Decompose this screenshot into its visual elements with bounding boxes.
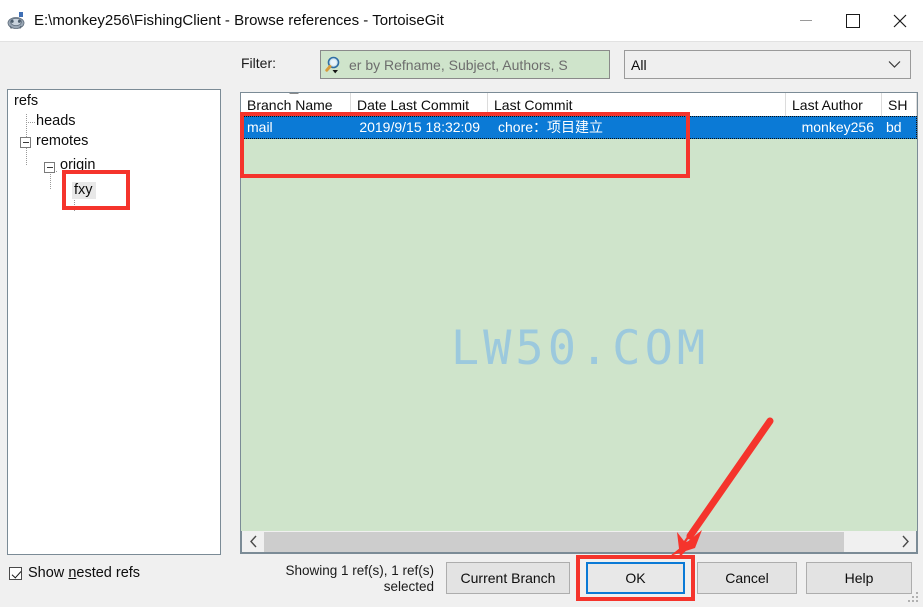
chevron-right-icon[interactable] [894,532,916,552]
tree-node-label: refs [14,93,39,109]
minimize-button[interactable] [782,0,829,41]
scrollbar-thumb[interactable] [264,531,844,552]
column-header-date-last-commit[interactable]: Date Last Commit [351,93,488,116]
ok-button[interactable]: OK [586,562,685,594]
title-bar-separator [0,41,923,42]
filter-scope-dropdown[interactable]: All [624,50,911,79]
column-header-label: Last Author [792,96,863,113]
cell-branch-name: mail [247,119,273,135]
column-header-last-commit[interactable]: Last Commit [488,93,786,116]
filter-scope-value: All [631,56,647,73]
status-text: Showing 1 ref(s), 1 ref(s) selected [258,563,434,595]
tree-node-label: origin [60,157,96,173]
column-header-sha[interactable]: SH [882,93,917,116]
status-line-1: Showing 1 ref(s), 1 ref(s) [285,563,434,578]
cell-sha: bd [886,119,902,135]
label-part-post: ested refs [76,565,141,581]
tree-node-fxy[interactable]: fxy [72,182,96,199]
label-part-pre: Show [28,565,69,581]
watermark-text: LW50.COM [450,321,710,376]
current-branch-button[interactable]: Current Branch [446,562,570,594]
tree-node-remotes[interactable]: remotes [36,133,88,149]
list-column-headers: Branch Name Date Last Commit Last Commit… [241,93,917,117]
browse-references-dialog: E:\monkey256\FishingClient - Browse refe… [0,0,923,607]
column-header-branch-name[interactable]: Branch Name [241,93,351,116]
column-header-label: Date Last Commit [357,96,470,113]
filter-placeholder-text: er by Refname, Subject, Authors, S [349,56,568,73]
close-icon [893,14,906,27]
filter-input[interactable]: er by Refname, Subject, Authors, S [320,50,610,79]
cancel-button[interactable]: Cancel [697,562,797,594]
maximize-icon [845,13,860,28]
column-header-last-author[interactable]: Last Author [786,93,882,116]
resize-grip-icon[interactable] [908,592,920,604]
show-nested-refs-label: Show nested refs [28,565,140,581]
tree-node-label: fxy [74,182,93,198]
help-button[interactable]: Help [806,562,912,594]
minimize-icon [799,20,812,21]
tree-node-refs[interactable]: refs [14,93,38,109]
window-controls [782,0,923,41]
list-horizontal-scrollbar[interactable] [241,531,917,553]
tortoisegit-turtle-icon [6,10,28,32]
cell-last-commit: chore：项目建立 [498,119,604,135]
checkbox-check-icon[interactable] [9,566,22,580]
tree-node-label: remotes [36,133,89,149]
tree-expander-origin[interactable] [44,162,55,173]
tree-node-origin[interactable]: origin [60,157,95,173]
refs-list-panel[interactable]: Branch Name Date Last Commit Last Commit… [240,92,918,554]
cell-last-author: monkey256 [801,119,874,135]
sort-ascending-icon [289,93,299,94]
cell-date-last-commit: 2019/9/15 18:32:09 [359,119,480,135]
tree-node-heads[interactable]: heads [36,113,76,129]
title-bar: E:\monkey256\FishingClient - Browse refe… [0,0,923,41]
tree-line [26,122,36,123]
scrollbar-track[interactable] [264,531,894,552]
refs-tree-panel[interactable]: refs heads remotes origin fxy [7,89,221,555]
chevron-down-icon [888,61,901,68]
tree-node-label: heads [36,113,76,129]
column-header-label: Branch Name [247,96,333,113]
search-magnifier-icon[interactable] [325,55,347,75]
chevron-left-icon[interactable] [242,532,264,552]
maximize-button[interactable] [829,0,876,41]
tree-expander-remotes[interactable] [20,137,31,148]
status-line-2: selected [383,579,434,594]
table-row[interactable]: mail 2019/9/15 18:32:09 chore：项目建立 monke… [241,116,917,139]
column-header-label: SH [888,96,908,113]
column-header-label: Last Commit [494,96,573,113]
filter-label: Filter: [241,55,276,71]
show-nested-refs-checkbox[interactable]: Show nested refs [9,565,140,581]
window-title: E:\monkey256\FishingClient - Browse refe… [34,12,444,29]
close-button[interactable] [876,0,923,41]
